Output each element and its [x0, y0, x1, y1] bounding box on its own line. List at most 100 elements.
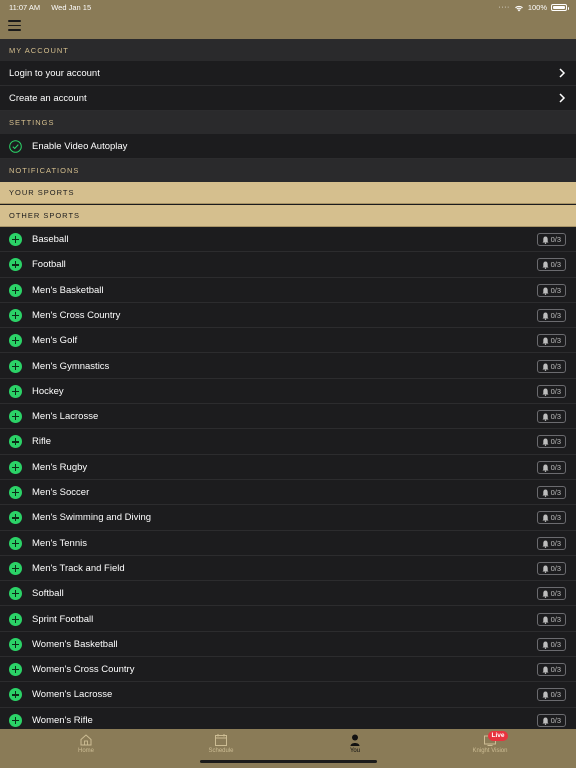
sport-row[interactable]: Rifle 0/3 [0, 429, 576, 455]
sport-row[interactable]: Women's Cross Country 0/3 [0, 657, 576, 683]
notification-count-badge[interactable]: 0/3 [537, 308, 566, 322]
battery-icon [551, 4, 569, 11]
notification-count: 0/3 [550, 361, 561, 371]
notification-count: 0/3 [550, 488, 561, 497]
sport-name: Football [32, 259, 66, 271]
notification-count-badge[interactable]: 0/3 [537, 587, 566, 601]
notification-count-badge[interactable]: 0/3 [537, 334, 566, 348]
bell-icon [542, 413, 549, 422]
notification-count-badge[interactable]: 0/3 [537, 637, 566, 651]
tab-home[interactable]: Home [41, 732, 131, 760]
notification-count-badge[interactable]: 0/3 [537, 713, 566, 727]
notification-count-badge[interactable]: 0/3 [537, 688, 566, 702]
sport-row[interactable]: Baseball 0/3 [0, 227, 576, 253]
sport-row[interactable]: Men's Tennis 0/3 [0, 530, 576, 556]
sport-name: Men's Rugby [32, 461, 88, 473]
notification-count-badge[interactable]: 0/3 [537, 283, 566, 297]
add-circle-icon[interactable] [9, 612, 22, 626]
add-circle-icon[interactable] [9, 587, 22, 601]
sport-row[interactable]: Men's Gymnastics 0/3 [0, 353, 576, 379]
notification-count-badge[interactable]: 0/3 [537, 536, 566, 550]
add-circle-icon[interactable] [9, 561, 22, 575]
sport-row[interactable]: Men's Soccer 0/3 [0, 480, 576, 506]
battery-percent: 100% [527, 3, 547, 12]
sport-row[interactable]: Women's Lacrosse 0/3 [0, 682, 576, 708]
notification-count-badge[interactable]: 0/3 [537, 486, 566, 499]
bell-icon [542, 590, 549, 599]
sport-name: Women's Basketball [32, 638, 118, 650]
notification-count: 0/3 [550, 614, 561, 624]
notification-count-badge[interactable]: 0/3 [537, 460, 566, 474]
notification-count-badge[interactable]: 0/3 [537, 612, 566, 626]
sport-name: Men's Swimming and Diving [32, 512, 152, 524]
tab-knight-vision-label: Knight Vision [472, 748, 508, 754]
notification-count: 0/3 [550, 260, 561, 270]
section-notifications: NOTIFICATIONS [0, 159, 576, 182]
add-circle-icon[interactable] [9, 258, 22, 272]
calendar-icon [215, 734, 227, 746]
sport-name: Men's Tennis [32, 537, 87, 549]
add-circle-icon[interactable] [9, 283, 22, 297]
notification-count: 0/3 [550, 665, 561, 675]
notification-count-badge[interactable]: 0/3 [537, 410, 566, 424]
add-circle-icon[interactable] [9, 688, 22, 702]
notification-count-badge[interactable]: 0/3 [537, 511, 566, 525]
sport-row[interactable]: Sprint Football 0/3 [0, 606, 576, 632]
add-circle-icon[interactable] [9, 536, 22, 550]
notification-count-badge[interactable]: 0/3 [537, 233, 566, 246]
sport-row[interactable]: Hockey 0/3 [0, 378, 576, 405]
sport-row[interactable]: Men's Golf 0/3 [0, 328, 576, 354]
add-circle-icon[interactable] [9, 663, 22, 677]
notification-count-badge[interactable]: 0/3 [537, 359, 566, 373]
section-settings: SETTINGS [0, 111, 576, 134]
add-circle-icon[interactable] [9, 334, 22, 348]
sport-row[interactable]: Men's Basketball 0/3 [0, 277, 576, 303]
add-circle-icon[interactable] [9, 410, 22, 424]
sport-row[interactable]: Men's Rugby 0/3 [0, 454, 576, 480]
sport-row[interactable]: Football 0/3 [0, 252, 576, 278]
tab-you[interactable]: You [310, 732, 400, 760]
notification-count-badge[interactable]: 0/3 [537, 561, 566, 575]
sport-name: Men's Cross Country [32, 309, 121, 321]
notification-count-badge[interactable]: 0/3 [537, 384, 566, 398]
sport-row[interactable]: Men's Swimming and Diving 0/3 [0, 505, 576, 531]
sport-row[interactable]: Men's Lacrosse 0/3 [0, 404, 576, 430]
autoplay-row[interactable]: Enable Video Autoplay [0, 134, 576, 159]
sport-name: Men's Golf [32, 335, 78, 347]
add-circle-icon[interactable] [9, 308, 22, 322]
login-row[interactable]: Login to your account [0, 61, 576, 86]
notification-count-badge[interactable]: 0/3 [537, 258, 566, 272]
home-icon [80, 734, 92, 746]
bell-icon [542, 363, 549, 371]
chevron-right-icon [559, 68, 566, 78]
add-circle-icon[interactable] [9, 384, 22, 398]
add-circle-icon[interactable] [9, 359, 22, 373]
notification-count: 0/3 [550, 310, 561, 320]
notification-count: 0/3 [550, 235, 561, 244]
add-circle-icon[interactable] [9, 233, 22, 246]
create-account-row[interactable]: Create an account [0, 86, 576, 111]
bell-icon [542, 717, 549, 725]
add-circle-icon[interactable] [9, 511, 22, 525]
add-circle-icon[interactable] [9, 713, 22, 727]
add-circle-icon[interactable] [9, 460, 22, 474]
sport-row[interactable]: Women's Basketball 0/3 [0, 631, 576, 658]
sport-name: Women's Cross Country [32, 664, 135, 676]
add-circle-icon[interactable] [9, 637, 22, 651]
notification-count-badge[interactable]: 0/3 [537, 663, 566, 677]
sport-row[interactable]: Men's Cross Country 0/3 [0, 302, 576, 329]
tab-you-label: You [349, 748, 361, 754]
add-circle-icon[interactable] [9, 486, 22, 499]
check-circle-icon[interactable] [9, 140, 22, 153]
other-sports-header: OTHER SPORTS [0, 205, 576, 227]
sport-row[interactable]: Softball 0/3 [0, 581, 576, 607]
notification-count-badge[interactable]: 0/3 [537, 435, 566, 449]
notification-count: 0/3 [550, 639, 561, 649]
hamburger-icon[interactable] [8, 20, 21, 31]
sport-row[interactable]: Men's Track and Field 0/3 [0, 555, 576, 582]
notification-count: 0/3 [550, 386, 561, 396]
bell-icon [542, 616, 549, 624]
tab-schedule[interactable]: Schedule [176, 732, 266, 760]
add-circle-icon[interactable] [9, 435, 22, 449]
bell-icon [542, 514, 549, 523]
